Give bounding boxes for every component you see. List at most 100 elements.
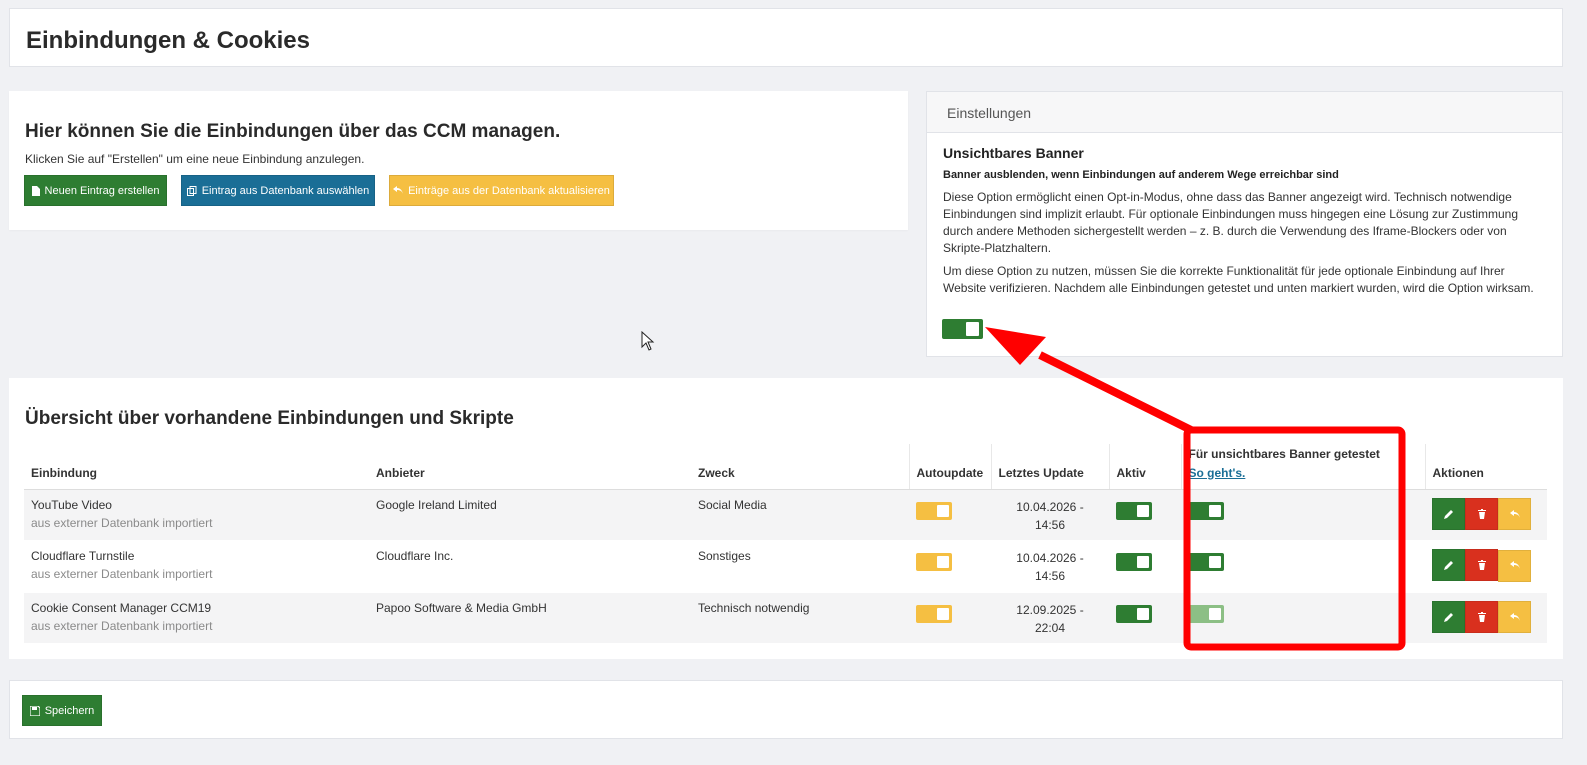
autoupdate-toggle[interactable] (916, 501, 952, 520)
settings-header: Einstellungen (927, 92, 1562, 133)
file-icon (31, 185, 40, 196)
table-row: YouTube Video aus externer Datenbank imp… (24, 489, 1547, 542)
settings-panel: Einstellungen Unsichtbares Banner Banner… (926, 91, 1563, 357)
active-toggle[interactable] (1116, 604, 1152, 623)
invisible-banner-instructions: Um diese Option zu nutzen, müssen Sie di… (943, 264, 1534, 295)
trash-icon (1477, 560, 1486, 571)
invisible-banner-option-label: Banner ausblenden, wenn Einbindungen auf… (943, 169, 1339, 181)
autoupdate-cell (909, 489, 991, 542)
tested-cell (1181, 540, 1425, 593)
col-autoupdate[interactable]: Autoupdate (908, 444, 991, 490)
update-from-db-button[interactable]: Einträge aus der Datenbank aktualisieren (389, 175, 614, 206)
col-tested-label: Für unsichtbares Banner getestet (1188, 446, 1380, 461)
create-entry-button[interactable]: Neuen Eintrag erstellen (24, 175, 167, 206)
last-update-cell: 10.04.2026 - 14:56 (991, 540, 1109, 593)
save-label: Speichern (44, 704, 95, 717)
embedding-name: Cloudflare Turnstile (31, 549, 135, 564)
actions-cell (1425, 592, 1547, 645)
embeddings-table: Einbindung Anbieter Zweck Autoupdate Let… (24, 444, 1547, 645)
embedding-cell: Cloudflare Turnstile aus externer Datenb… (24, 540, 369, 593)
last-update-date: 10.04.2026 - (1016, 551, 1084, 566)
provider-cell: Cloudflare Inc. (369, 540, 691, 593)
table-row: Cloudflare Turnstile aus externer Datenb… (24, 540, 1547, 593)
tested-cell (1181, 592, 1425, 645)
embedding-source: aus externer Datenbank importiert (31, 515, 213, 530)
col-provider[interactable]: Anbieter (369, 444, 691, 490)
embedding-source: aus externer Datenbank importiert (31, 567, 213, 582)
embedding-name: Cookie Consent Manager CCM19 (31, 600, 212, 615)
tested-toggle[interactable] (1188, 501, 1224, 520)
embedding-cell: Cookie Consent Manager CCM19 aus externe… (24, 592, 369, 645)
autoupdate-toggle[interactable] (916, 553, 952, 572)
save-button[interactable]: Speichern (22, 695, 102, 726)
last-update-date: 12.09.2025 - (1016, 602, 1084, 617)
purpose-cell: Technisch notwendig (691, 592, 909, 645)
col-embedding[interactable]: Einbindung (24, 444, 369, 490)
active-toggle[interactable] (1116, 501, 1152, 520)
autoupdate-cell (909, 592, 991, 645)
page-title: Einbindungen & Cookies (26, 27, 311, 54)
tested-cell (1181, 489, 1425, 542)
create-entry-label: Neuen Eintrag erstellen (44, 184, 160, 197)
trash-icon (1477, 611, 1486, 622)
undo-icon (1509, 509, 1520, 518)
pencil-icon (1443, 612, 1453, 622)
col-purpose[interactable]: Zweck (691, 444, 909, 490)
settings-header-title: Einstellungen (947, 105, 1032, 121)
edit-button[interactable] (1432, 549, 1465, 582)
embedding-name: YouTube Video (31, 497, 112, 512)
embedding-cell: YouTube Video aus externer Datenbank imp… (24, 489, 369, 542)
last-update-time: 14:56 (1034, 569, 1066, 584)
save-panel: Speichern (9, 680, 1563, 739)
purpose-cell: Social Media (691, 489, 909, 542)
invisible-banner-description: Diese Option ermöglicht einen Opt-in-Mod… (943, 190, 1519, 255)
last-update-cell: 12.09.2025 - 22:04 (991, 592, 1109, 645)
tested-toggle[interactable] (1188, 553, 1224, 572)
revert-button[interactable] (1498, 498, 1531, 530)
actions-cell (1425, 489, 1547, 542)
active-cell (1109, 592, 1181, 645)
delete-button[interactable] (1465, 549, 1498, 582)
manage-panel: Hier können Sie die Einbindungen über da… (9, 91, 908, 230)
pencil-icon (1443, 509, 1453, 519)
col-last-update[interactable]: Letztes Update (990, 444, 1109, 490)
invisible-banner-toggle[interactable] (942, 319, 983, 339)
undo-icon (393, 186, 404, 194)
active-cell (1109, 540, 1181, 593)
manage-heading: Hier können Sie die Einbindungen über da… (25, 121, 561, 142)
last-update-cell: 10.04.2026 - 14:56 (991, 489, 1109, 542)
actions-cell (1425, 540, 1547, 593)
save-icon (29, 705, 40, 716)
select-from-db-button[interactable]: Eintrag aus Datenbank auswählen (181, 175, 375, 206)
delete-button[interactable] (1465, 497, 1498, 530)
col-tested: Für unsichtbares Banner getestet So geht… (1180, 444, 1425, 490)
embedding-source: aus externer Datenbank importiert (31, 618, 213, 633)
how-to-link[interactable]: So geht's. (1189, 466, 1246, 480)
table-row: Cookie Consent Manager CCM19 aus externe… (24, 592, 1547, 645)
delete-button[interactable] (1465, 600, 1498, 633)
last-update-time: 22:04 (1034, 620, 1066, 635)
toggle-knob (966, 322, 979, 336)
page-header: Einbindungen & Cookies (9, 8, 1563, 67)
active-toggle[interactable] (1116, 553, 1152, 572)
autoupdate-toggle[interactable] (916, 604, 952, 623)
undo-icon (1509, 612, 1520, 621)
mouse-cursor-icon (641, 331, 655, 351)
copy-icon (186, 185, 197, 196)
revert-button[interactable] (1498, 601, 1531, 634)
trash-icon (1477, 508, 1486, 519)
provider-cell: Papoo Software & Media GmbH (369, 592, 691, 645)
autoupdate-cell (909, 540, 991, 593)
select-from-db-label: Eintrag aus Datenbank auswählen (201, 184, 370, 197)
tested-toggle-disabled (1188, 604, 1224, 623)
invisible-banner-heading: Unsichtbares Banner (943, 145, 1084, 161)
col-active[interactable]: Aktiv (1108, 444, 1181, 490)
edit-button[interactable] (1432, 600, 1465, 633)
edit-button[interactable] (1432, 497, 1465, 530)
table-header-row: Einbindung Anbieter Zweck Autoupdate Let… (24, 444, 1547, 490)
pencil-icon (1443, 561, 1453, 571)
overview-panel: Übersicht über vorhandene Einbindungen u… (9, 378, 1563, 659)
update-from-db-label: Einträge aus der Datenbank aktualisieren (408, 184, 610, 197)
revert-button[interactable] (1498, 549, 1531, 582)
overview-heading: Übersicht über vorhandene Einbindungen u… (25, 408, 514, 429)
